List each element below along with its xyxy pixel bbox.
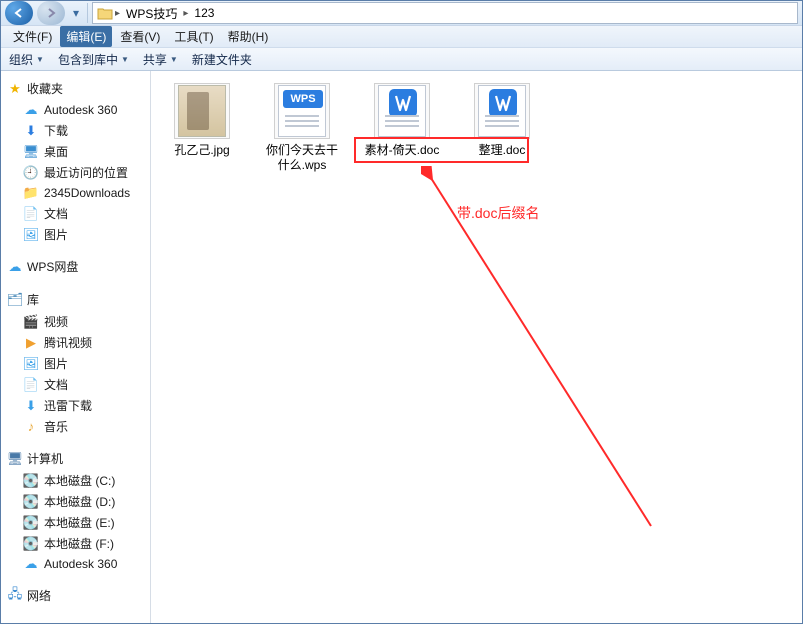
- sidebar-drive-f[interactable]: 💽本地磁盘 (F:): [1, 533, 150, 554]
- file-item-doc-2[interactable]: 整理.doc: [463, 83, 541, 158]
- file-thumbnail: WPS: [274, 83, 330, 139]
- sidebar-favorites[interactable]: ★ 收藏夹: [1, 77, 150, 100]
- library-icon: 🗂: [7, 292, 23, 308]
- sidebar-drive-c[interactable]: 💽本地磁盘 (C:): [1, 470, 150, 491]
- chevron-right-icon: ▸: [183, 8, 188, 19]
- desktop-icon: 🖥: [23, 144, 39, 160]
- sidebar-item-pics[interactable]: 🖼图片: [1, 224, 150, 245]
- sidebar-item-2345[interactable]: 📁2345Downloads: [1, 183, 150, 203]
- sidebar-item-recent[interactable]: 🕘最近访问的位置: [1, 162, 150, 183]
- sidebar-computer[interactable]: 🖥 计算机: [1, 447, 150, 470]
- picture-icon: 🖼: [23, 356, 39, 372]
- separator: [87, 3, 88, 23]
- sidebar-item-docs[interactable]: 📄文档: [1, 203, 150, 224]
- drive-icon: 💽: [23, 494, 39, 510]
- chevron-down-icon: ▼: [121, 55, 129, 64]
- sidebar-network[interactable]: 🖧 网络: [1, 584, 150, 607]
- sidebar-item-tencent[interactable]: ▶腾讯视频: [1, 332, 150, 353]
- download-icon: ⬇: [23, 398, 39, 414]
- sidebar-libraries[interactable]: 🗂 库: [1, 288, 150, 311]
- menu-help[interactable]: 帮助(H): [222, 26, 275, 47]
- nav-back-button[interactable]: [5, 1, 33, 25]
- file-label: 整理.doc: [479, 143, 526, 158]
- file-label: 你们今天去干什么.wps: [263, 143, 341, 173]
- toolbar: 组织▼ 包含到库中▼ 共享▼ 新建文件夹: [1, 47, 802, 71]
- sidebar-item-music[interactable]: ♪音乐: [1, 416, 150, 437]
- sidebar-item-pictures[interactable]: 🖼图片: [1, 353, 150, 374]
- folder-icon: 📁: [23, 185, 39, 201]
- file-item-wps[interactable]: WPS 你们今天去干什么.wps: [263, 83, 341, 173]
- toolbar-organize[interactable]: 组织▼: [9, 51, 44, 68]
- sidebar-item-desktop[interactable]: 🖥桌面: [1, 141, 150, 162]
- sidebar-item-autodesk[interactable]: ☁Autodesk 360: [1, 100, 150, 120]
- folder-icon: [97, 5, 113, 21]
- toolbar-share[interactable]: 共享▼: [143, 51, 178, 68]
- toolbar-newfolder[interactable]: 新建文件夹: [192, 51, 252, 68]
- music-icon: ♪: [23, 419, 39, 435]
- recent-icon: 🕘: [23, 165, 39, 181]
- file-label: 素材-倚天.doc: [365, 143, 440, 158]
- annotation-text: 带.doc后缀名: [457, 203, 539, 223]
- breadcrumb[interactable]: ▸ WPS技巧 ▸ 123: [92, 2, 798, 24]
- sidebar-item-documents[interactable]: 📄文档: [1, 374, 150, 395]
- menu-file[interactable]: 文件(F): [7, 26, 58, 47]
- chevron-down-icon: ▼: [170, 55, 178, 64]
- sidebar: ★ 收藏夹 ☁Autodesk 360 ⬇下载 🖥桌面 🕘最近访问的位置 📁23…: [1, 71, 151, 623]
- network-icon: 🖧: [7, 588, 23, 604]
- drive-icon: 💽: [23, 515, 39, 531]
- picture-icon: 🖼: [23, 227, 39, 243]
- sidebar-autodesk-drive[interactable]: ☁Autodesk 360: [1, 554, 150, 574]
- menu-edit[interactable]: 编辑(E): [60, 26, 112, 47]
- file-thumbnail: [174, 83, 230, 139]
- video-icon: 🎬: [23, 314, 39, 330]
- sidebar-item-xunlei[interactable]: ⬇迅雷下载: [1, 395, 150, 416]
- star-icon: ★: [7, 81, 23, 97]
- cloud-icon: ☁: [7, 259, 23, 275]
- file-item-jpg[interactable]: 孔乙己.jpg: [163, 83, 241, 158]
- nav-history-dropdown[interactable]: ▾: [69, 6, 83, 20]
- drive-icon: 💽: [23, 536, 39, 552]
- file-thumbnail: [374, 83, 430, 139]
- breadcrumb-seg-1[interactable]: WPS技巧: [122, 5, 181, 22]
- cloud-icon: ☁: [23, 102, 39, 118]
- sidebar-item-video[interactable]: 🎬视频: [1, 311, 150, 332]
- tencent-icon: ▶: [23, 335, 39, 351]
- file-view[interactable]: 孔乙己.jpg WPS 你们今天去干什么.wps 素材-倚天.doc 整理.do…: [151, 71, 802, 623]
- menu-tools[interactable]: 工具(T): [168, 26, 219, 47]
- sidebar-drive-e[interactable]: 💽本地磁盘 (E:): [1, 512, 150, 533]
- file-thumbnail: [474, 83, 530, 139]
- nav-forward-button[interactable]: [37, 1, 65, 25]
- sidebar-drive-d[interactable]: 💽本地磁盘 (D:): [1, 491, 150, 512]
- titlebar: ▾ ▸ WPS技巧 ▸ 123: [1, 1, 802, 25]
- menubar: 文件(F) 编辑(E) 查看(V) 工具(T) 帮助(H): [1, 25, 802, 47]
- file-item-doc-1[interactable]: 素材-倚天.doc: [363, 83, 441, 158]
- docs-icon: 📄: [23, 377, 39, 393]
- annotation-arrow: [421, 166, 661, 536]
- file-label: 孔乙己.jpg: [174, 143, 229, 158]
- chevron-down-icon: ▼: [36, 55, 44, 64]
- computer-icon: 🖥: [7, 451, 23, 467]
- toolbar-include[interactable]: 包含到库中▼: [58, 51, 129, 68]
- sidebar-item-downloads[interactable]: ⬇下载: [1, 120, 150, 141]
- breadcrumb-seg-2[interactable]: 123: [190, 6, 218, 20]
- drive-icon: 💽: [23, 473, 39, 489]
- docs-icon: 📄: [23, 206, 39, 222]
- download-icon: ⬇: [23, 123, 39, 139]
- sidebar-wps-cloud[interactable]: ☁ WPS网盘: [1, 255, 150, 278]
- menu-view[interactable]: 查看(V): [114, 26, 166, 47]
- chevron-right-icon: ▸: [115, 8, 120, 19]
- cloud-icon: ☁: [23, 556, 39, 572]
